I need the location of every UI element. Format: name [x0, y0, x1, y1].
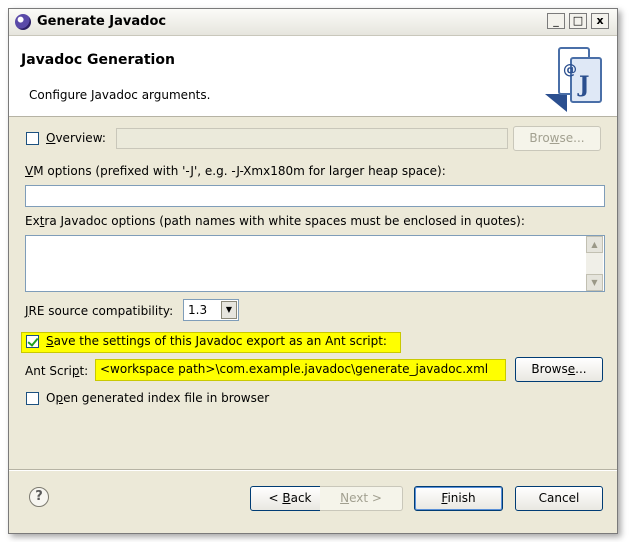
- javadoc-wizard-icon: @ J: [545, 47, 602, 112]
- jre-compatibility-select[interactable]: 1.3 ▼: [183, 299, 239, 321]
- title-bar[interactable]: Generate Javadoc _ □ x: [9, 9, 617, 36]
- save-ant-label: Save the settings of this Javadoc export…: [46, 334, 387, 348]
- maximize-button[interactable]: □: [569, 13, 587, 29]
- minimize-button[interactable]: _: [547, 13, 565, 29]
- generate-javadoc-dialog: Generate Javadoc _ □ x Javadoc Generatio…: [8, 8, 618, 534]
- eclipse-icon: [15, 14, 31, 30]
- ant-script-label: Ant Script:: [25, 364, 89, 378]
- wizard-header: Javadoc Generation Configure Javadoc arg…: [9, 36, 617, 117]
- back-button[interactable]: < Back: [250, 486, 330, 511]
- vm-options-label: VM options (prefixed with '-J', e.g. -J-…: [25, 164, 446, 178]
- svg-text:J: J: [577, 72, 589, 98]
- open-index-label: Open generated index file in browser: [46, 391, 270, 405]
- window-title: Generate Javadoc: [37, 14, 167, 29]
- extra-options-label: Extra Javadoc options (path names with w…: [25, 214, 525, 228]
- vm-options-input[interactable]: [25, 185, 605, 207]
- button-bar-separator: [9, 469, 617, 471]
- next-button[interactable]: Next >: [320, 486, 403, 511]
- extra-options-scrollbar[interactable]: ▲ ▼: [586, 236, 603, 291]
- chevron-down-icon[interactable]: ▼: [221, 301, 237, 319]
- overview-field[interactable]: [116, 128, 508, 149]
- jre-compatibility-value: 1.3: [188, 303, 208, 317]
- extra-options-textarea[interactable]: [25, 235, 605, 292]
- help-icon[interactable]: ?: [29, 487, 49, 507]
- ant-script-input[interactable]: <workspace path>\com.example.javadoc\gen…: [95, 359, 506, 381]
- ant-script-browse-button[interactable]: Browse...: [515, 357, 603, 382]
- cancel-button[interactable]: Cancel: [515, 486, 603, 511]
- scroll-up-icon[interactable]: ▲: [586, 236, 603, 253]
- finish-button[interactable]: Finish: [414, 486, 503, 511]
- page-title: Javadoc Generation: [21, 52, 175, 68]
- save-ant-checkbox[interactable]: [26, 335, 39, 348]
- page-description: Configure Javadoc arguments.: [29, 88, 211, 102]
- scroll-down-icon[interactable]: ▼: [586, 274, 603, 291]
- jre-compatibility-label: JRE source compatibility:: [25, 304, 174, 318]
- svg-text:@: @: [563, 62, 577, 78]
- overview-browse-button[interactable]: Browse...: [513, 126, 601, 151]
- close-button[interactable]: x: [591, 13, 609, 29]
- overview-label: Overview:: [46, 131, 106, 145]
- overview-checkbox[interactable]: [26, 132, 39, 145]
- open-index-checkbox[interactable]: [26, 392, 39, 405]
